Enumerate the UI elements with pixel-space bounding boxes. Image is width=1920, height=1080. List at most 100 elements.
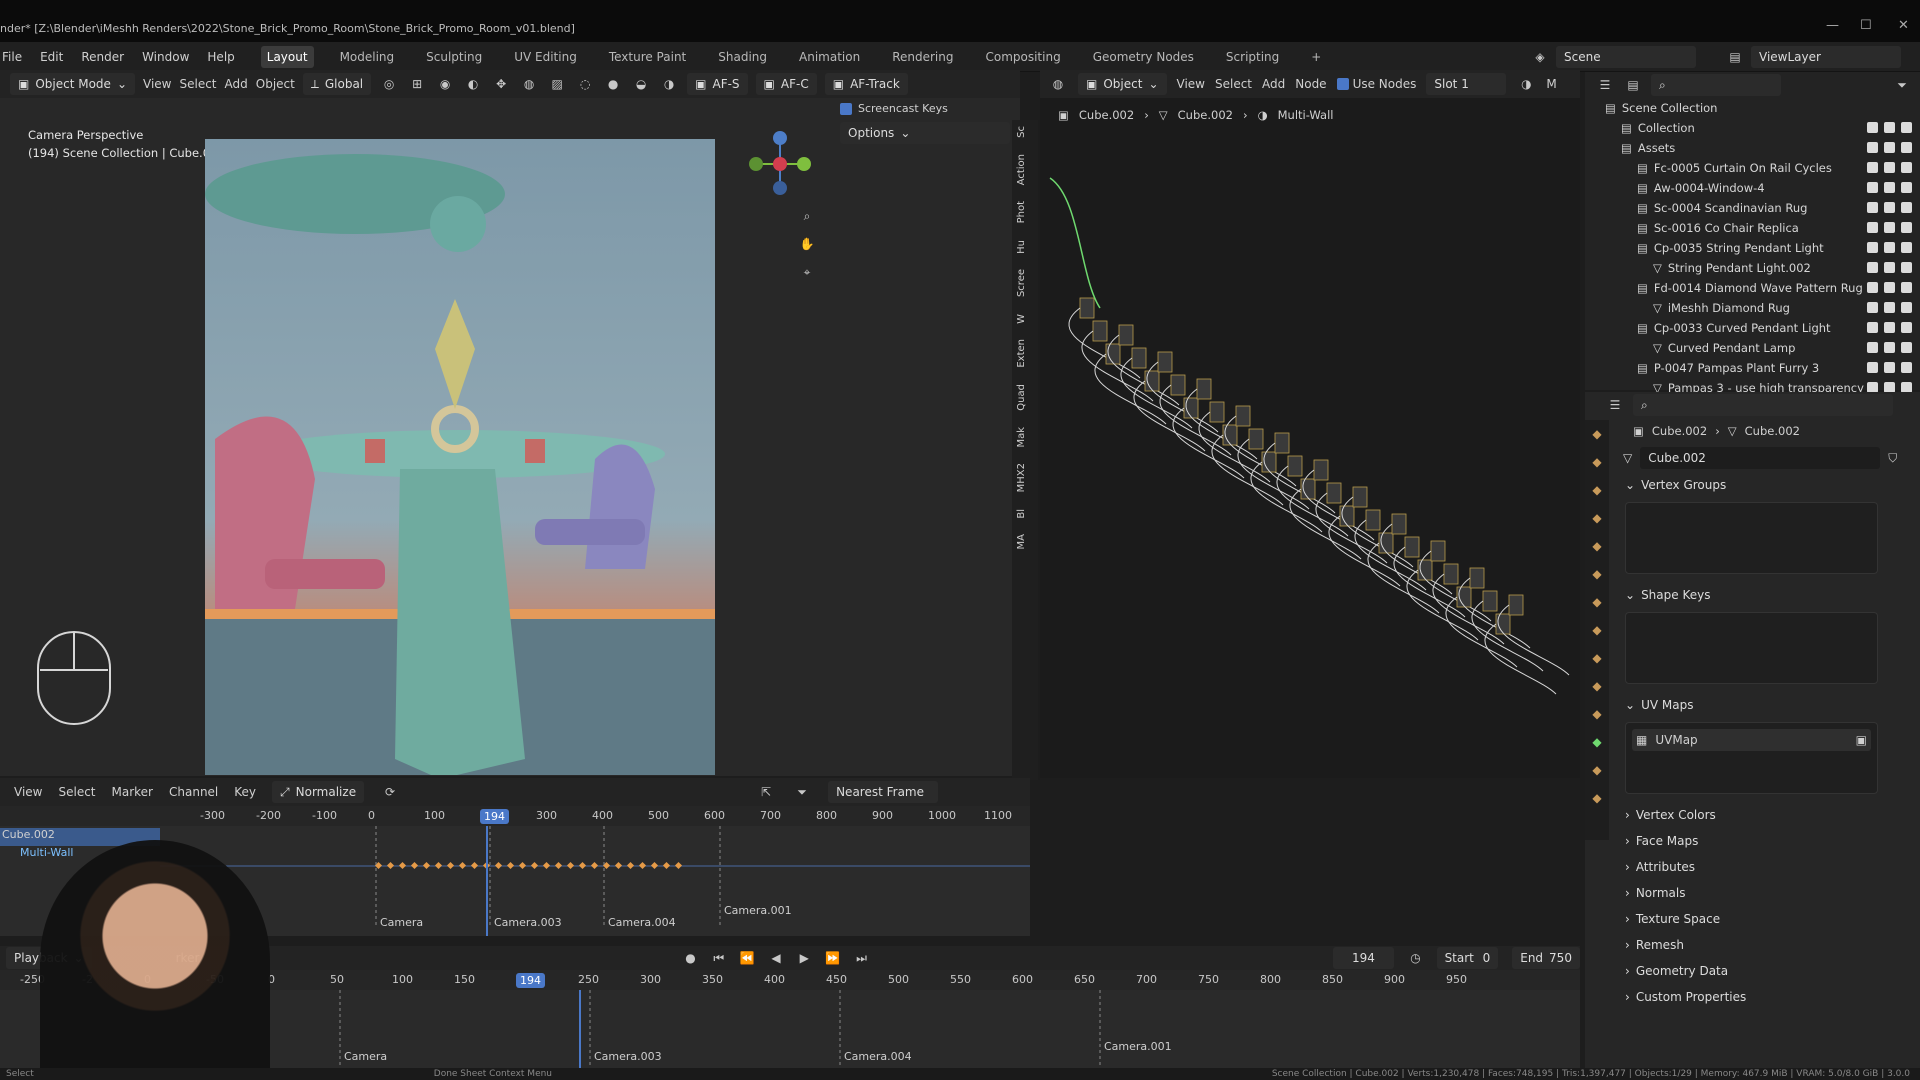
side-tab-quad[interactable]: Quad	[1012, 378, 1031, 417]
render-icon[interactable]: ◆	[1585, 448, 1609, 476]
tab-modeling[interactable]: Modeling	[334, 46, 401, 68]
visibility-toggles[interactable]	[1867, 122, 1912, 133]
camera-icon[interactable]	[1901, 262, 1912, 273]
rendered-shading-icon[interactable]: ◑	[659, 74, 679, 94]
node-box[interactable]	[1482, 590, 1498, 612]
camera-marker[interactable]: Camera.004	[608, 916, 676, 929]
outliner-row[interactable]: ▤ Sc-0004 Scandinavian Rug	[1585, 198, 1920, 218]
checkbox-icon[interactable]	[1867, 122, 1878, 133]
keyframe[interactable]	[674, 861, 683, 870]
camera-marker[interactable]: Camera.004	[844, 1050, 912, 1063]
uvmap-item[interactable]: ▦ UVMap ▣	[1632, 729, 1871, 751]
node-menu-select[interactable]: Select	[1215, 77, 1252, 91]
keyframe[interactable]	[614, 861, 623, 870]
filter-icon[interactable]: ⏷	[792, 782, 812, 802]
node-box[interactable]	[1079, 297, 1095, 319]
eye-icon[interactable]	[1884, 342, 1895, 353]
keyframe[interactable]	[410, 861, 419, 870]
constraint-icon[interactable]: ◆	[1585, 700, 1609, 728]
side-tab-action[interactable]: Action	[1012, 148, 1031, 191]
node-box[interactable]	[1326, 482, 1342, 504]
keyframe[interactable]	[434, 861, 443, 870]
camera-marker[interactable]: Camera.003	[594, 1050, 662, 1063]
menu-help[interactable]: Help	[207, 50, 234, 64]
section-collapsed[interactable]: › Normals	[1625, 880, 1908, 906]
outliner-row[interactable]: ▽ iMeshh Diamond Rug	[1585, 298, 1920, 318]
visibility-toggles[interactable]	[1867, 282, 1912, 293]
orientation-dropdown[interactable]: ⟂ Global	[302, 73, 372, 95]
zoom-icon[interactable]: ⌕	[797, 206, 817, 226]
tab-sculpting[interactable]: Sculpting	[420, 46, 488, 68]
keyframe[interactable]	[662, 861, 671, 870]
solid-shading-icon[interactable]: ●	[603, 74, 623, 94]
eye-icon[interactable]	[1884, 162, 1895, 173]
camera-icon[interactable]	[1901, 282, 1912, 293]
eye-icon[interactable]	[1884, 242, 1895, 253]
scene-icon[interactable]: ◆	[1585, 532, 1609, 560]
menu-file[interactable]: File	[2, 50, 22, 64]
refresh-icon[interactable]: ⟳	[380, 782, 400, 802]
side-tab-mhx2[interactable]: MHX2	[1012, 457, 1031, 498]
tab-rendering[interactable]: Rendering	[886, 46, 959, 68]
section-collapsed[interactable]: › Texture Space	[1625, 906, 1908, 932]
select-tool-icon[interactable]: ⇱	[756, 782, 776, 802]
keyframe[interactable]	[590, 861, 599, 870]
keyframe[interactable]	[542, 861, 551, 870]
world-icon[interactable]: ◆	[1585, 560, 1609, 588]
outliner-row[interactable]: ▤ Assets	[1585, 138, 1920, 158]
dope-menu-key[interactable]: Key	[234, 785, 256, 799]
node-box[interactable]	[1391, 513, 1407, 535]
checkbox-icon[interactable]	[1867, 342, 1878, 353]
node-box[interactable]	[1248, 428, 1264, 450]
filter-icon[interactable]: ⏷	[1892, 75, 1912, 95]
node-box[interactable]	[1235, 405, 1251, 427]
tab-scripting[interactable]: Scripting	[1220, 46, 1285, 68]
node-box[interactable]	[1508, 594, 1524, 616]
checkbox-icon[interactable]	[1867, 302, 1878, 313]
outliner-type-icon[interactable]: ☰	[1595, 75, 1615, 95]
pan-hand-icon[interactable]: ✋	[797, 234, 817, 254]
side-tab-phot[interactable]: Phot	[1012, 195, 1031, 229]
outliner-row[interactable]: ▤ Cp-0035 String Pendant Light	[1585, 238, 1920, 258]
checkbox-icon[interactable]	[1867, 202, 1878, 213]
outliner-row[interactable]: ▽ Curved Pendant Lamp	[1585, 338, 1920, 358]
navigation-gizmo[interactable]	[738, 124, 828, 204]
dope-menu-marker[interactable]: Marker	[112, 785, 153, 799]
keyframe[interactable]	[446, 861, 455, 870]
checkbox-icon[interactable]	[1867, 222, 1878, 233]
node-box[interactable]	[1313, 459, 1329, 481]
eye-icon[interactable]	[1884, 282, 1895, 293]
checkbox-icon[interactable]	[1867, 322, 1878, 333]
physics-icon[interactable]: ◆	[1585, 672, 1609, 700]
normalize-toggle[interactable]: ⤢ Normalize	[272, 781, 365, 803]
visibility-toggles[interactable]	[1867, 142, 1912, 153]
viewlayer-selector[interactable]: ▤ ViewLayer	[1725, 46, 1901, 68]
viewport-menu-select[interactable]: Select	[179, 77, 216, 91]
camera-marker[interactable]: Camera.001	[1104, 1040, 1172, 1053]
visibility-toggles[interactable]	[1867, 222, 1912, 233]
slot-dropdown[interactable]: Slot 1	[1426, 73, 1507, 95]
dope-menu-select[interactable]: Select	[58, 785, 95, 799]
outliner-root[interactable]: ▤ Scene Collection	[1585, 98, 1920, 118]
visibility-toggles[interactable]	[1867, 342, 1912, 353]
side-tab-sc[interactable]: Sc	[1012, 120, 1031, 144]
outliner-row[interactable]: ▤ Sc-0016 Co Chair Replica	[1585, 218, 1920, 238]
maximize-icon[interactable]: ☐	[1860, 18, 1872, 33]
outliner-row[interactable]: ▽ String Pendant Light.002	[1585, 258, 1920, 278]
tab-layout[interactable]: Layout	[260, 45, 314, 68]
mode-dropdown[interactable]: ▣ Object Mode ⌄	[10, 73, 135, 95]
modifier-icon[interactable]: ◆	[1585, 616, 1609, 644]
camera-icon[interactable]	[1901, 202, 1912, 213]
tab-texture-paint[interactable]: Texture Paint	[603, 46, 692, 68]
material-shading-icon[interactable]: ◒	[631, 74, 651, 94]
keyframe[interactable]	[506, 861, 515, 870]
keyframe[interactable]	[518, 861, 527, 870]
wireframe-shading-icon[interactable]: ◌	[575, 74, 595, 94]
eye-icon[interactable]	[1884, 362, 1895, 373]
outliner-row[interactable]: ▤ Fd-0014 Diamond Wave Pattern Rug	[1585, 278, 1920, 298]
tab-animation[interactable]: Animation	[793, 46, 866, 68]
af-c-button[interactable]: ▣ AF-C	[755, 73, 817, 95]
side-tab-scree[interactable]: Scree	[1012, 263, 1031, 303]
outliner-row[interactable]: ▤ Aw-0004-Window-4	[1585, 178, 1920, 198]
camera-icon[interactable]	[1901, 122, 1912, 133]
